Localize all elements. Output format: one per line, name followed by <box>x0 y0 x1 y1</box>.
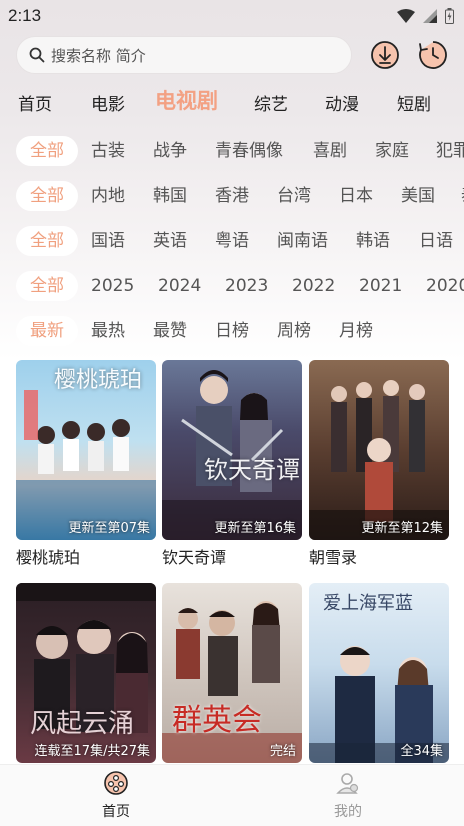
filter-chip[interactable]: 2024 <box>158 271 201 301</box>
episode-badge: 全34集 <box>400 744 443 759</box>
filter-chip[interactable]: 全部 <box>16 226 78 256</box>
tab-anime[interactable]: 动漫 <box>325 90 359 115</box>
download-icon <box>371 41 399 69</box>
filter-chip[interactable]: 国语 <box>91 226 125 256</box>
poster-image: 更新至第12集 <box>309 360 449 540</box>
battery-icon <box>445 8 454 24</box>
filter-chip[interactable]: 喜剧 <box>313 136 347 166</box>
episode-badge: 连载至17集/共27集 <box>34 744 150 759</box>
filter-chip[interactable]: 日本 <box>339 181 373 211</box>
filter-chip[interactable]: 最新 <box>16 316 78 346</box>
nav-item-profile[interactable]: 我的 <box>308 771 388 821</box>
poster-image: 爱上海军蓝 全34集 <box>309 583 449 763</box>
filter-chip[interactable]: 家庭 <box>375 136 409 166</box>
tab-tv-series[interactable]: 电视剧 <box>155 85 218 115</box>
status-icons <box>397 8 454 24</box>
filter-row-language: 全部 国语 英语 粤语 闽南语 韩语 日语 <box>0 224 464 258</box>
poster-card[interactable]: 更新至第12集 朝雪录 <box>309 360 449 568</box>
poster-card[interactable]: 钦天奇谭 更新至第16集 钦天奇谭 <box>162 360 302 568</box>
poster-art-title: 樱桃琥珀 <box>54 368 143 393</box>
filter-chip[interactable]: 韩国 <box>153 181 187 211</box>
filter-chip[interactable]: 2021 <box>359 271 402 301</box>
filter-chip[interactable]: 青春偶像 <box>215 136 283 166</box>
poster-art-title: 爱上海军蓝 <box>323 593 413 614</box>
status-bar: 2:13 <box>0 0 464 32</box>
filter-row-region: 全部 内地 韩国 香港 台湾 日本 美国 泰国 <box>0 179 464 213</box>
filter-chip[interactable]: 2022 <box>292 271 335 301</box>
filter-chip[interactable]: 日榜 <box>215 316 249 346</box>
search-row: 搜索名称 简介 <box>16 35 448 75</box>
filter-chip[interactable]: 2020 <box>426 271 464 301</box>
filter-row-sort: 最新 最热 最赞 日榜 周榜 月榜 <box>0 314 464 348</box>
poster-card[interactable]: 爱上海军蓝 全34集 <box>309 583 449 763</box>
main-tabs: 首页 电影 电视剧 综艺 动漫 短剧 <box>0 82 464 120</box>
home-reel-icon <box>104 771 128 795</box>
filter-chip[interactable]: 战争 <box>153 136 187 166</box>
search-placeholder: 搜索名称 简介 <box>51 46 146 65</box>
filter-row-genre: 全部 古装 战争 青春偶像 喜剧 家庭 犯罪 <box>0 134 464 168</box>
filter-chip[interactable]: 2025 <box>91 271 134 301</box>
filter-chip[interactable]: 古装 <box>91 136 125 166</box>
filter-chip[interactable]: 美国 <box>401 181 435 211</box>
tab-variety[interactable]: 综艺 <box>254 90 288 115</box>
card-title: 樱桃琥珀 <box>16 548 81 567</box>
search-input[interactable]: 搜索名称 简介 <box>16 36 352 74</box>
filter-chip[interactable]: 周榜 <box>277 316 311 346</box>
poster-image: 钦天奇谭 更新至第16集 <box>162 360 302 540</box>
filter-chip[interactable]: 日语 <box>419 226 453 256</box>
nav-item-home[interactable]: 首页 <box>76 771 156 821</box>
history-button[interactable] <box>418 40 448 70</box>
poster-art-title: 钦天奇谭 <box>204 456 300 484</box>
tab-short-drama[interactable]: 短剧 <box>397 90 431 115</box>
poster-card[interactable]: 樱桃琥珀 更新至第07集 樱桃琥珀 <box>16 360 156 568</box>
episode-badge: 更新至第16集 <box>214 521 296 536</box>
card-title: 朝雪录 <box>309 548 358 567</box>
poster-art-title: 群英会 <box>172 703 262 738</box>
filter-chip[interactable]: 台湾 <box>277 181 311 211</box>
filter-chip[interactable]: 韩语 <box>356 226 390 256</box>
filter-chip[interactable]: 犯罪 <box>436 136 464 166</box>
filter-chip[interactable]: 粤语 <box>215 226 249 256</box>
bottom-navigation: 首页 我的 <box>0 764 464 826</box>
poster-card[interactable]: 风起云涌 连载至17集/共27集 <box>16 583 156 763</box>
filter-chip[interactable]: 闽南语 <box>277 226 328 256</box>
filter-row-year: 全部 2025 2024 2023 2022 2021 2020 <box>0 269 464 303</box>
history-clock-icon <box>419 41 447 69</box>
poster-image: 风起云涌 连载至17集/共27集 <box>16 583 156 763</box>
filter-chip[interactable]: 2023 <box>225 271 268 301</box>
filter-chip[interactable]: 最赞 <box>153 316 187 346</box>
episode-badge: 完结 <box>269 744 296 759</box>
filter-chip[interactable]: 香港 <box>215 181 249 211</box>
filter-chip[interactable]: 全部 <box>16 271 78 301</box>
poster-art-title: 风起云涌 <box>30 709 135 739</box>
nav-label: 首页 <box>102 804 130 820</box>
status-time: 2:13 <box>8 6 42 25</box>
episode-badge: 更新至第07集 <box>68 521 150 536</box>
filter-chip[interactable]: 最热 <box>91 316 125 346</box>
nav-label: 我的 <box>334 804 362 820</box>
tab-home[interactable]: 首页 <box>18 90 52 115</box>
filter-chip[interactable]: 英语 <box>153 226 187 256</box>
profile-icon <box>336 773 359 794</box>
filter-chip[interactable]: 全部 <box>16 136 78 166</box>
poster-image: 群英会 完结 <box>162 583 302 763</box>
search-icon <box>29 47 45 63</box>
wifi-icon <box>397 9 415 23</box>
cellular-signal-icon <box>423 9 437 23</box>
tab-movies[interactable]: 电影 <box>91 90 125 115</box>
filter-chip[interactable]: 月榜 <box>339 316 373 346</box>
poster-card[interactable]: 群英会 完结 <box>162 583 302 763</box>
filter-chip[interactable]: 内地 <box>91 181 125 211</box>
episode-badge: 更新至第12集 <box>361 521 443 536</box>
poster-image: 樱桃琥珀 更新至第07集 <box>16 360 156 540</box>
card-title: 钦天奇谭 <box>162 548 227 567</box>
filter-chip[interactable]: 全部 <box>16 181 78 211</box>
download-button[interactable] <box>370 40 400 70</box>
